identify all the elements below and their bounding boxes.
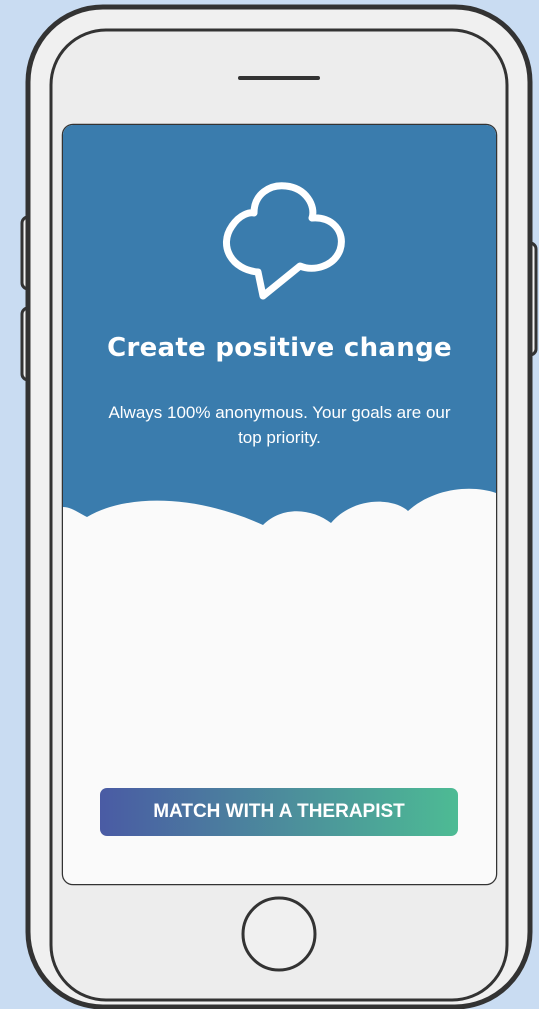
match-therapist-button[interactable]: MATCH WITH A THERAPIST [100, 788, 458, 836]
hero-section: Create positive change Always 100% anony… [63, 125, 496, 545]
subtitle: Always 100% anonymous. Your goals are ou… [108, 403, 451, 447]
app-screen: Create positive change Always 100% anony… [63, 125, 496, 884]
home-button[interactable] [241, 896, 317, 972]
headline: Create positive change [107, 333, 452, 363]
cloud-wave-divider [63, 488, 496, 565]
speech-cloud-icon [223, 182, 345, 300]
